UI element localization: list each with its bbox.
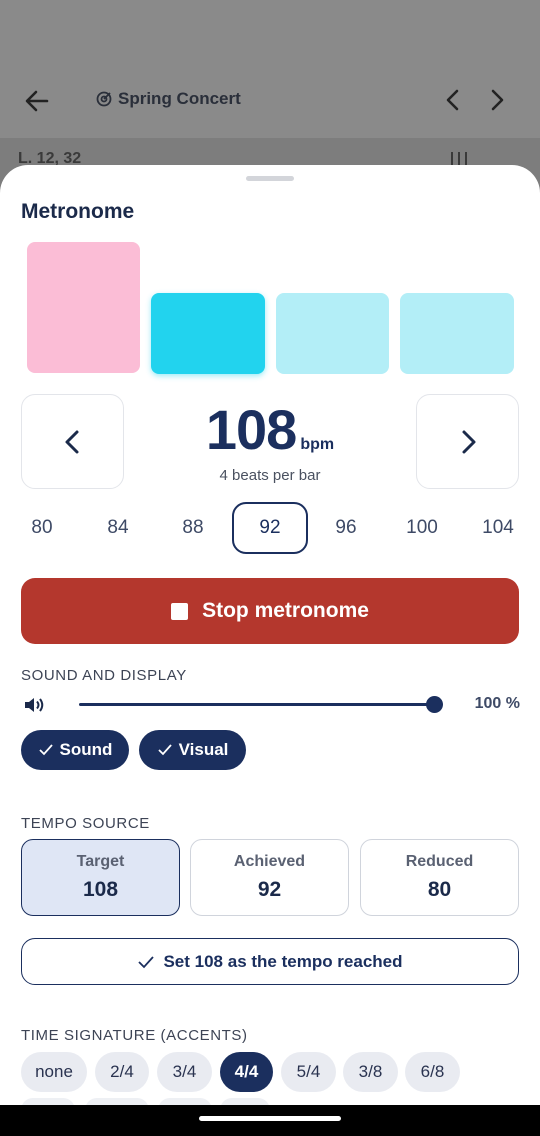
- stop-label: Stop metronome: [202, 599, 369, 622]
- beat-3: [276, 293, 389, 374]
- preset-96[interactable]: 96: [308, 502, 384, 554]
- bpm-display: 108 bpm: [140, 397, 400, 462]
- time-sig-3-8[interactable]: 3/8: [343, 1052, 398, 1092]
- tempo-presets: 80 84 88 92 96 100 104: [4, 502, 536, 554]
- preset-80[interactable]: 80: [4, 502, 80, 554]
- tempo-option-value: 108: [82, 878, 119, 901]
- volume-value: 100 %: [474, 695, 520, 712]
- beats-per-bar: 4 beats per bar: [219, 467, 321, 484]
- arrow-left-icon[interactable]: [22, 86, 52, 116]
- drag-handle[interactable]: [246, 176, 294, 181]
- time-sig-5-4[interactable]: 5/4: [281, 1052, 336, 1092]
- sound-chip[interactable]: Sound: [21, 730, 129, 770]
- more-chip[interactable]: [85, 1098, 149, 1105]
- more-chip[interactable]: [220, 1098, 270, 1105]
- preset-100[interactable]: 100: [384, 502, 460, 554]
- preset-84[interactable]: 84: [80, 502, 156, 554]
- chevron-right-icon: [462, 430, 475, 453]
- chevron-left-icon: [65, 430, 78, 453]
- preset-88[interactable]: 88: [155, 502, 231, 554]
- stop-icon: [171, 602, 189, 620]
- tempo-option-value: 92: [257, 878, 282, 901]
- app-bar: Spring Concert: [0, 0, 540, 138]
- bpm-unit: bpm: [300, 436, 335, 453]
- time-sig-3-4[interactable]: 3/4: [157, 1052, 212, 1092]
- time-sig-2-4[interactable]: 2/4: [95, 1052, 149, 1092]
- chevron-left-icon[interactable]: [440, 86, 466, 114]
- beat-indicators: [27, 242, 514, 374]
- sound-display-label: SOUND AND DISPLAY: [21, 667, 187, 684]
- beat-1: [27, 242, 140, 373]
- sheet-title: Metronome: [21, 200, 135, 223]
- bpm-value: 108: [205, 398, 297, 461]
- stop-metronome-button[interactable]: Stop metronome: [21, 578, 519, 644]
- more-chip[interactable]: [21, 1098, 75, 1105]
- tempo-option-label: Achieved: [233, 853, 306, 870]
- tempo-target-card[interactable]: Target 108: [21, 839, 180, 916]
- set-tempo-label: Set 108 as the tempo reached: [163, 951, 403, 971]
- more-chip[interactable]: [158, 1098, 212, 1105]
- tempo-option-value: 80: [427, 878, 452, 901]
- home-indicator[interactable]: [199, 1116, 341, 1121]
- preset-104[interactable]: 104: [460, 502, 536, 554]
- check-icon: [157, 744, 172, 756]
- set-tempo-reached-button[interactable]: Set 108 as the tempo reached: [21, 938, 519, 985]
- metronome-sheet: Metronome 108 bpm 4 beats per bar 80 84 8…: [0, 165, 540, 1105]
- tempo-reduced-card[interactable]: Reduced 80: [360, 839, 519, 916]
- sound-chip-label: Sound: [59, 740, 113, 759]
- tempo-source-label: TEMPO SOURCE: [21, 815, 150, 832]
- visual-chip[interactable]: Visual: [139, 730, 246, 770]
- decrease-bpm-button[interactable]: [21, 394, 124, 489]
- chevron-right-icon[interactable]: [484, 86, 510, 114]
- app-title-text: Spring Concert: [118, 89, 241, 108]
- check-icon: [138, 955, 155, 968]
- increase-bpm-button[interactable]: [416, 394, 519, 489]
- volume-slider-thumb[interactable]: [426, 696, 443, 713]
- adjust-icon: [451, 152, 467, 166]
- time-sig-none[interactable]: none: [21, 1052, 87, 1092]
- preset-92[interactable]: 92: [232, 502, 308, 554]
- time-sig-6-8[interactable]: 6/8: [405, 1052, 460, 1092]
- volume-slider-track[interactable]: [79, 703, 435, 706]
- tempo-option-label: Target: [76, 853, 125, 870]
- time-sig-4-4[interactable]: 4/4: [220, 1052, 273, 1092]
- visual-chip-label: Visual: [178, 740, 229, 759]
- beat-2: [151, 293, 265, 374]
- time-signature-label: TIME SIGNATURE (ACCENTS): [21, 1027, 248, 1044]
- tempo-option-label: Reduced: [405, 853, 474, 870]
- check-icon: [38, 744, 53, 756]
- beat-4: [400, 293, 514, 374]
- tempo-achieved-card[interactable]: Achieved 92: [190, 839, 349, 916]
- target-icon: [96, 91, 112, 107]
- app-title: Spring Concert: [96, 89, 241, 109]
- speaker-icon[interactable]: [23, 695, 47, 715]
